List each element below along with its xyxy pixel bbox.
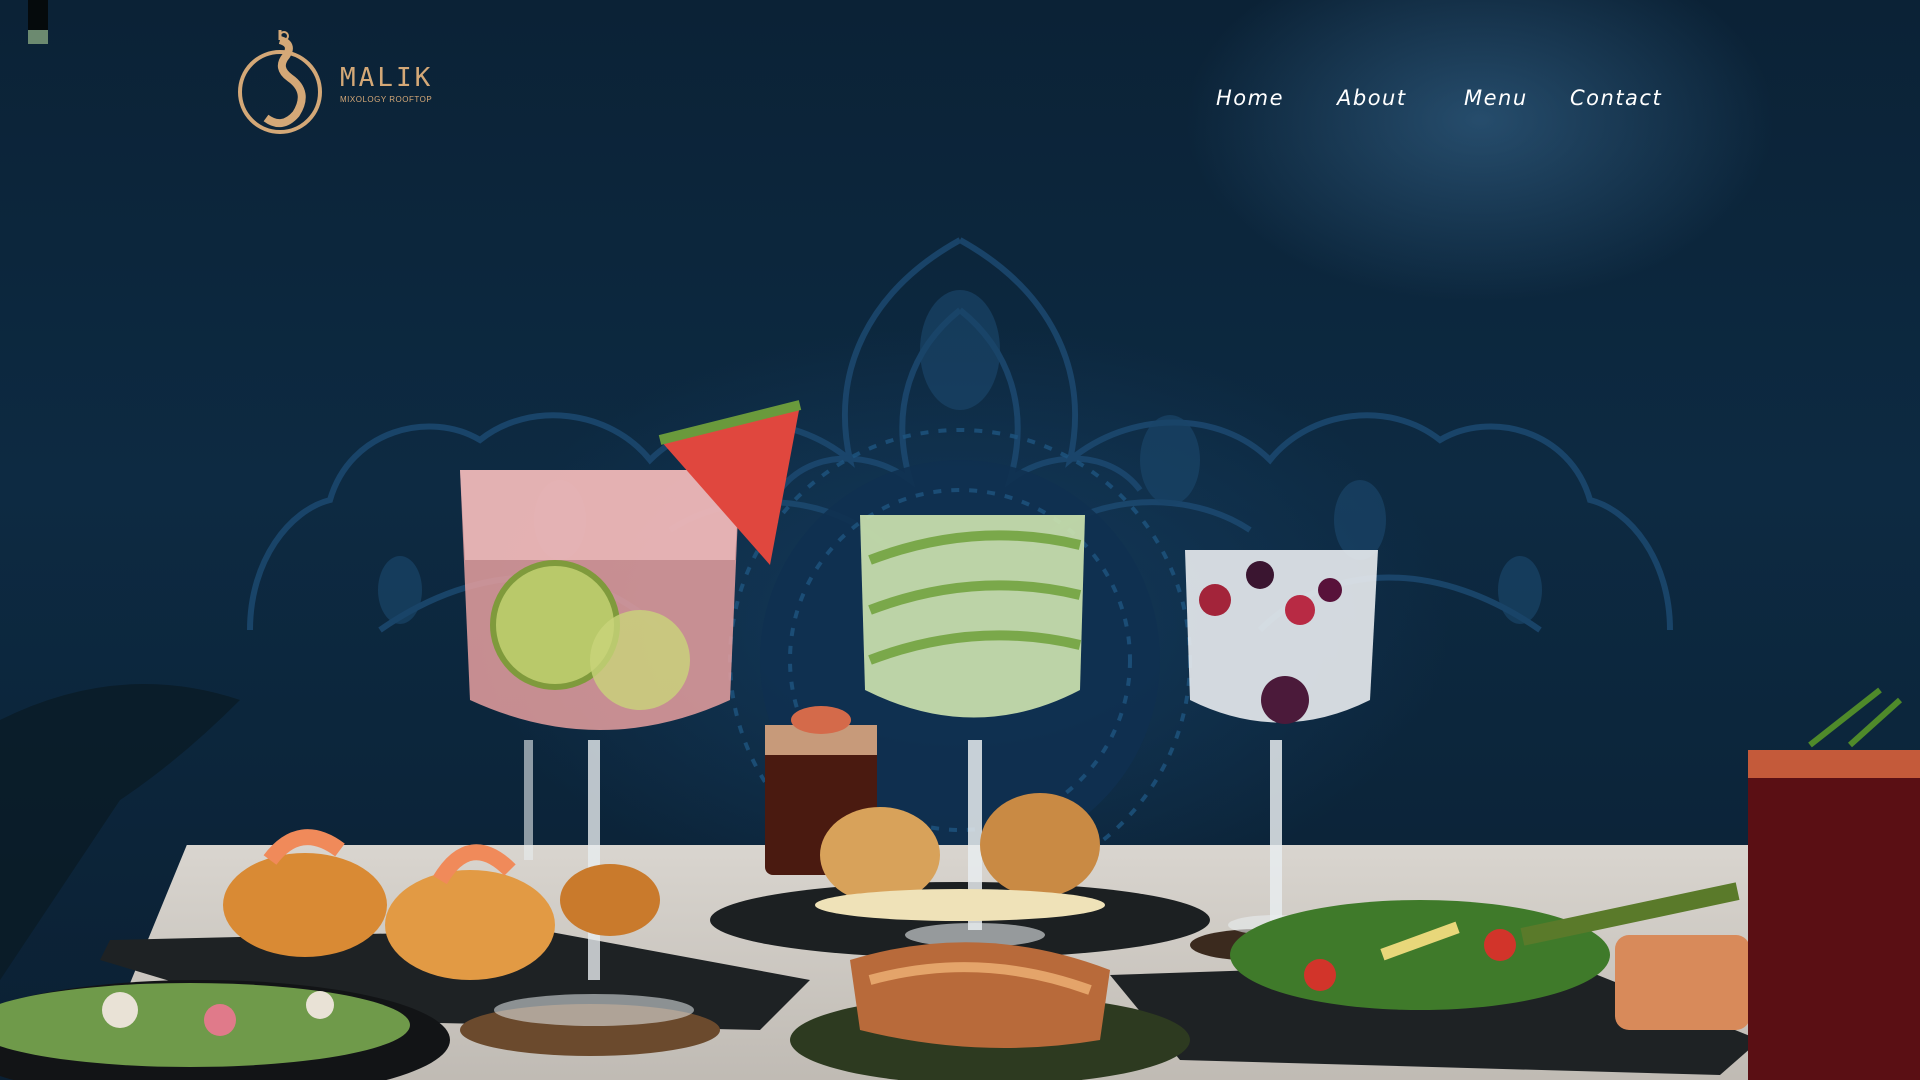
brand-text: MALIK MIXOLOGY ROOFTOP — [340, 65, 433, 104]
hero-banner — [0, 0, 1920, 1080]
brand-logo[interactable]: MALIK MIXOLOGY ROOFTOP — [236, 30, 433, 138]
brand-tagline: MIXOLOGY ROOFTOP — [340, 94, 433, 104]
red-cocktail-glass — [1748, 687, 1920, 1080]
nav-contact-link[interactable]: Contact — [1570, 86, 1662, 110]
brand-name: MALIK — [340, 62, 434, 93]
main-nav: Home About Menu Contact — [1200, 86, 1670, 118]
cocktails-and-dishes-photo — [0, 400, 1920, 1080]
nav-about-link[interactable]: About — [1337, 86, 1407, 110]
swan-logo-icon — [238, 30, 322, 134]
nav-menu-link[interactable]: Menu — [1464, 86, 1528, 110]
berry-cocktail-glass — [1185, 550, 1378, 935]
nav-home-link[interactable]: Home — [1216, 86, 1284, 110]
corner-fragment — [28, 0, 48, 44]
